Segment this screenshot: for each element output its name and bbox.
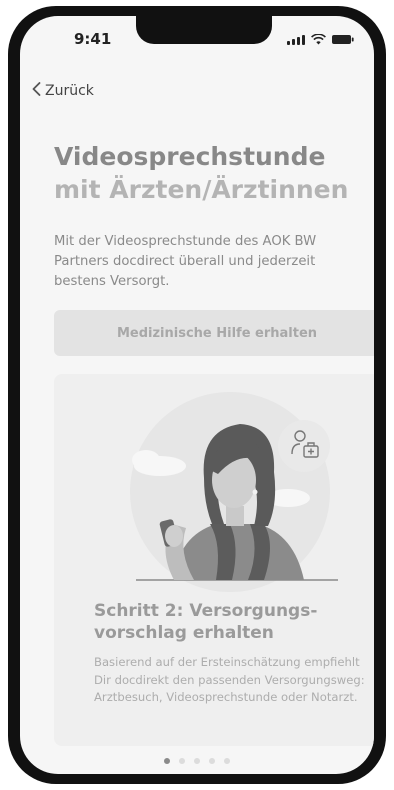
pager-dot-5[interactable] <box>224 758 230 764</box>
page-title-line1: Videosprechstunde <box>54 142 326 171</box>
doctor-illustration <box>130 392 338 592</box>
pager-dot-3[interactable] <box>194 758 200 764</box>
pager-dot-4[interactable] <box>209 758 215 764</box>
signal-icon <box>287 35 305 45</box>
step-card[interactable]: Schritt 2: Versorgungs-vorschlag erhalte… <box>54 374 374 746</box>
pager-dot-1[interactable] <box>164 758 170 764</box>
wifi-icon <box>311 34 326 45</box>
step-title: Schritt 2: Versorgungs-vorschlag erhalte… <box>94 601 318 643</box>
chevron-left-icon <box>32 82 41 100</box>
carousel-pager <box>20 758 374 764</box>
get-medical-help-button[interactable]: Medizinische Hilfe erhalten <box>54 310 374 356</box>
step-description: Basierend auf der Ersteinschätzung empfi… <box>94 655 365 704</box>
device-notch <box>136 16 272 44</box>
app-screen: 9:41 Zurück Videosprechstunde mit Ärzten… <box>20 16 374 774</box>
back-button[interactable]: Zurück <box>32 82 94 100</box>
page-title-line2: mit Ärzten/Ärztinnen <box>54 175 349 204</box>
status-icons <box>287 34 354 45</box>
page-title: Videosprechstunde mit Ärzten/Ärztinnen <box>54 140 374 206</box>
status-time: 9:41 <box>74 30 112 48</box>
intro-text: Mit der Videosprechstunde des AOK BW Par… <box>54 234 317 289</box>
battery-icon <box>332 34 354 45</box>
phone-frame: 9:41 Zurück Videosprechstunde mit Ärzten… <box>8 6 386 784</box>
back-label: Zurück <box>45 83 94 99</box>
pager-dot-2[interactable] <box>179 758 185 764</box>
